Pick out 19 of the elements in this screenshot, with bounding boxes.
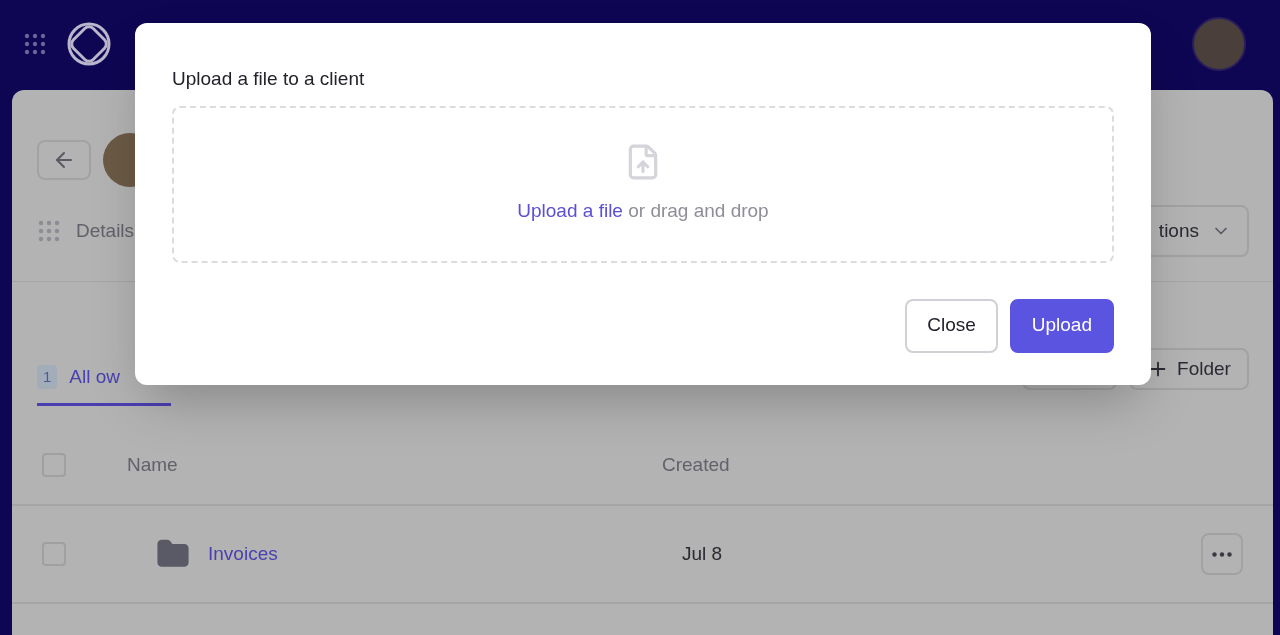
user-avatar[interactable] — [1192, 17, 1246, 71]
created-date: Jul 8 — [682, 541, 723, 566]
upload-button[interactable]: Upload — [1009, 298, 1114, 353]
back-button[interactable] — [37, 140, 91, 180]
dropzone[interactable]: Upload a file or drag and drop — [172, 105, 1114, 263]
folder-link[interactable]: Invoices — [208, 539, 682, 569]
details-label: Details — [76, 218, 135, 243]
count-badge: 1 — [37, 364, 58, 389]
column-header: Created — [662, 452, 730, 477]
dropzone-text: Upload a file or drag and drop — [517, 198, 769, 223]
more-icon — [1212, 551, 1232, 557]
upload-link[interactable]: Upload a file — [517, 199, 623, 221]
dialog-title: Upload a file to a client — [172, 67, 366, 91]
more-button[interactable] — [1201, 533, 1243, 575]
logo-icon — [66, 21, 112, 67]
close-button[interactable]: Close — [905, 298, 998, 353]
column-header: Name — [127, 452, 179, 477]
drag-handle-icon — [38, 220, 60, 242]
apps-icon — [24, 33, 46, 55]
